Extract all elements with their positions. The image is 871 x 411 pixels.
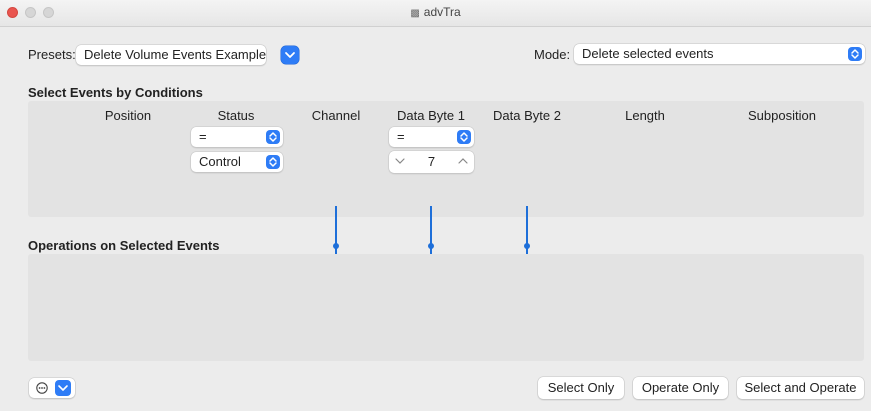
byte1-operator-value: = [397,129,405,144]
action-menu-button[interactable] [29,378,75,398]
presets-label: Presets: [28,47,76,62]
status-value: Control [199,154,241,169]
mode-value: Delete selected events [582,46,714,61]
column-header-data-byte-2: Data Byte 2 [493,108,561,123]
document-icon: ▩ [410,8,420,19]
select-only-button[interactable]: Select Only [538,377,624,399]
column-header-channel: Channel [311,108,361,123]
byte1-value-stepper[interactable]: 7 [389,151,474,173]
column-header-position: Position [104,108,152,123]
status-operator-value: = [199,129,207,144]
presets-value: Delete Volume Events Example [84,47,267,62]
mode-popup[interactable]: Delete selected events [574,44,865,64]
title-bar: ▩ advTra [0,0,871,27]
select-and-operate-button[interactable]: Select and Operate [737,377,864,399]
column-divider-handle[interactable] [524,243,530,249]
updown-chevron-icon [266,155,280,169]
window-title: ▩ advTra [0,5,871,19]
column-divider-handle[interactable] [333,243,339,249]
presets-popup[interactable]: Delete Volume Events Example [76,45,266,65]
window-title-text: advTra [423,5,461,19]
select-section-title: Select Events by Conditions [28,85,203,100]
operations-panel [28,254,864,361]
column-divider-handle[interactable] [428,243,434,249]
increment-chevron-icon[interactable] [458,155,468,170]
column-header-status: Status [217,108,255,123]
updown-chevron-icon [266,130,280,144]
status-operator-popup[interactable]: = [191,127,283,147]
column-header-subposition: Subposition [748,108,816,123]
updown-chevron-icon [457,130,471,144]
column-header-length: Length [625,108,665,123]
more-options-icon [36,382,48,394]
status-value-popup[interactable]: Control [191,152,283,172]
chevron-down-icon [285,52,295,58]
operations-section-title: Operations on Selected Events [28,238,220,253]
column-header-data-byte-1: Data Byte 1 [397,108,465,123]
byte1-operator-popup[interactable]: = [389,127,474,147]
operate-only-button[interactable]: Operate Only [633,377,728,399]
presets-menu-button[interactable] [281,46,299,64]
updown-chevron-icon [848,47,862,61]
mode-label: Mode: [534,47,571,62]
